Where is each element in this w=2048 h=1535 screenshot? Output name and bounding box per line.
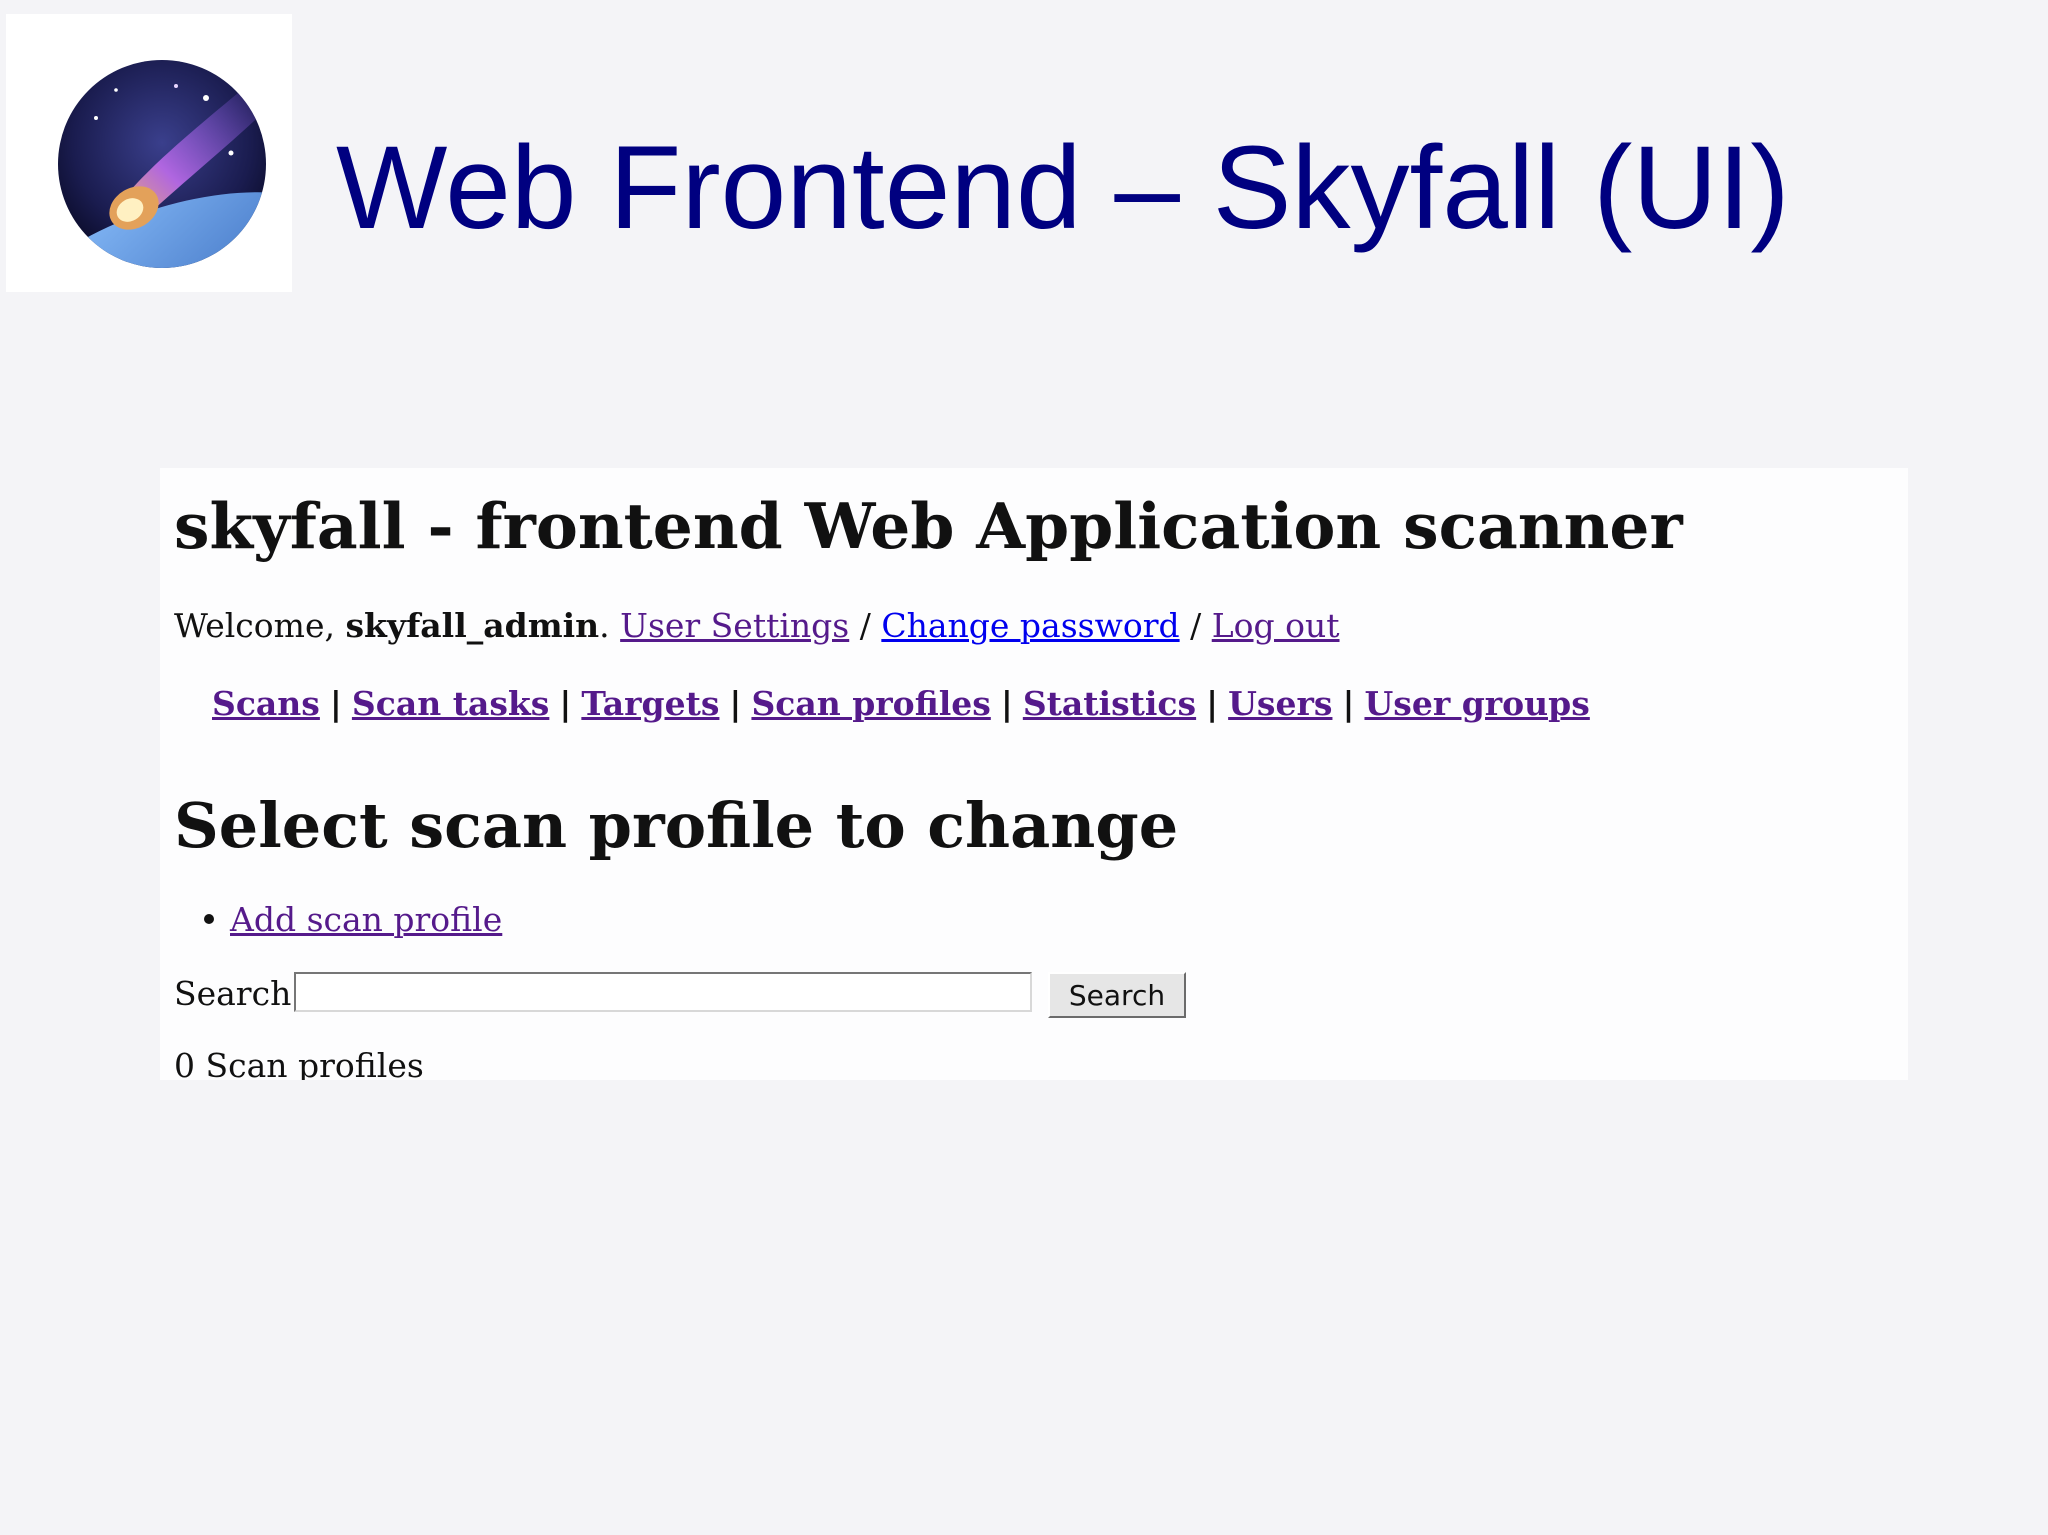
search-input[interactable] [294, 972, 1032, 1012]
nav-separator: | [329, 684, 342, 723]
result-count: 0 Scan profiles [174, 1046, 424, 1080]
nav-separator: | [1000, 684, 1013, 723]
nav-scans[interactable]: Scans [212, 684, 320, 723]
main-nav: Scans | Scan tasks | Targets | Scan profiles | S… [212, 682, 1590, 726]
user-bar: Welcome, skyfall_admin. User Settings / … [174, 604, 1340, 648]
nav-targets[interactable]: Targets [581, 684, 719, 723]
nav-users[interactable]: Users [1228, 684, 1332, 723]
search-button[interactable]: Search [1048, 972, 1186, 1018]
user-link-separator: / [859, 606, 871, 645]
app-screenshot: skyfall - frontend Web Application scann… [160, 468, 1908, 1080]
change-password-link[interactable]: Change password [881, 606, 1179, 645]
username: skyfall_admin [345, 606, 600, 645]
meteor-logo-icon [58, 60, 266, 268]
app-title: skyfall - frontend Web Application scann… [174, 489, 1683, 563]
nav-scan-profiles[interactable]: Scan profiles [751, 684, 990, 723]
log-out-link[interactable]: Log out [1212, 606, 1340, 645]
object-tools: Add scan profile [204, 898, 502, 942]
search-label: Search [174, 974, 292, 1013]
slide-title: Web Frontend – Skyfall (UI) [336, 122, 1790, 254]
nav-statistics[interactable]: Statistics [1023, 684, 1196, 723]
section-title: Select scan profile to change [174, 789, 1179, 862]
nav-scan-tasks[interactable]: Scan tasks [352, 684, 549, 723]
welcome-prefix: Welcome, [174, 606, 346, 645]
logo-container [6, 14, 292, 292]
list-bullet [204, 914, 214, 924]
user-link-separator: / [1190, 606, 1202, 645]
add-scan-profile-link[interactable]: Add scan profile [230, 900, 502, 939]
nav-user-groups[interactable]: User groups [1364, 684, 1589, 723]
nav-separator: | [1342, 684, 1355, 723]
nav-separator: | [729, 684, 742, 723]
nav-separator: | [1206, 684, 1219, 723]
nav-separator: | [559, 684, 572, 723]
welcome-suffix: . [599, 606, 610, 645]
user-settings-link[interactable]: User Settings [620, 606, 849, 645]
